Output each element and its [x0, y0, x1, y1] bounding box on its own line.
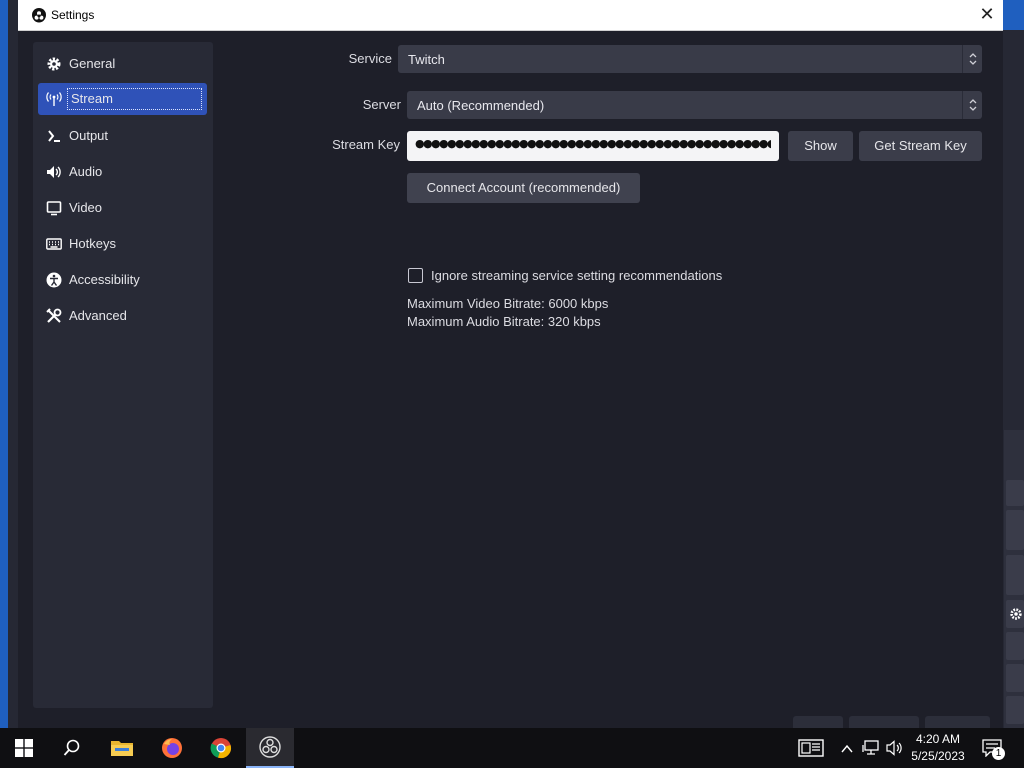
firefox-button[interactable] — [148, 728, 196, 768]
sidebar-item-advanced[interactable]: Advanced — [38, 300, 207, 332]
chevron-up-icon[interactable] — [840, 742, 854, 756]
settings-sidebar: General Stream Output Audio Video Hotkey… — [33, 42, 213, 708]
server-select[interactable]: Auto (Recommended) — [407, 91, 982, 119]
chrome-icon — [210, 738, 231, 759]
sidebar-item-audio[interactable]: Audio — [38, 156, 207, 188]
max-video-bitrate-text: Maximum Video Bitrate: 6000 kbps — [407, 296, 609, 311]
chrome-button[interactable] — [197, 728, 245, 768]
sidebar-item-label: Advanced — [69, 308, 127, 323]
obs-icon — [32, 8, 46, 23]
server-label: Server — [362, 97, 401, 112]
clock-date[interactable]: 5/25/2023 — [908, 749, 968, 763]
firefox-icon — [162, 738, 182, 758]
sidebar-item-label: Video — [69, 200, 103, 215]
max-audio-bitrate-text: Maximum Audio Bitrate: 320 kbps — [407, 314, 601, 329]
obs-dock-gear-button[interactable] — [1006, 600, 1024, 628]
obs-dock-panel — [1006, 664, 1024, 692]
ignore-recommendations-checkbox[interactable] — [408, 268, 423, 283]
sidebar-item-label: Hotkeys — [69, 236, 116, 251]
sidebar-item-label: General — [69, 56, 116, 71]
connect-account-button[interactable]: Connect Account (recommended) — [407, 173, 640, 203]
ignore-recommendations-label[interactable]: Ignore streaming service setting recomme… — [431, 268, 722, 283]
obs-dock-panel — [1006, 555, 1024, 595]
clock-time[interactable]: 4:20 AM — [908, 732, 968, 746]
obs-icon — [259, 736, 281, 758]
windows-taskbar: 4:20 AM 5/25/2023 1 — [0, 728, 1024, 768]
get-stream-key-button[interactable]: Get Stream Key — [859, 131, 982, 161]
sidebar-item-accessibility[interactable]: Accessibility — [38, 264, 207, 296]
settings-window: Settings ✕ General Stream Output Audio V… — [18, 0, 1003, 728]
stream-key-input[interactable]: ●●●●●●●●●●●●●●●●●●●●●●●●●●●●●●●●●●●●●●●●… — [407, 131, 779, 161]
sidebar-item-general[interactable]: General — [38, 48, 207, 80]
notification-center-button[interactable]: 1 — [982, 739, 1006, 760]
apply-button[interactable] — [925, 716, 990, 728]
network-icon[interactable] — [862, 740, 880, 756]
sidebar-item-label: Accessibility — [69, 272, 140, 287]
obs-dock-panel — [1006, 510, 1024, 550]
sidebar-item-output[interactable]: Output — [38, 120, 207, 152]
service-label: Service — [348, 51, 392, 66]
sidebar-item-hotkeys[interactable]: Hotkeys — [38, 228, 207, 260]
sidebar-item-label: Stream — [67, 88, 202, 110]
news-widget-icon[interactable] — [798, 739, 824, 757]
windows-start-icon — [15, 739, 33, 757]
obs-dock-panel — [1006, 632, 1024, 660]
file-explorer-icon — [111, 741, 133, 756]
show-button[interactable]: Show — [788, 131, 853, 161]
select-arrows-icon — [962, 45, 982, 73]
gear-icon — [47, 57, 61, 71]
search-icon — [63, 739, 80, 756]
ok-button[interactable] — [793, 716, 843, 728]
antenna-icon — [46, 92, 62, 106]
cancel-button[interactable] — [849, 716, 919, 728]
select-arrows-icon — [962, 91, 982, 119]
keyboard-icon — [46, 238, 62, 250]
notification-count-badge: 1 — [992, 747, 1005, 760]
service-select[interactable]: Twitch — [398, 45, 982, 73]
obs-taskbar-button[interactable] — [246, 728, 294, 768]
tools-icon — [46, 308, 62, 323]
stream-key-label: Stream Key — [332, 137, 400, 152]
obs-main-window-edge — [8, 0, 18, 728]
search-button[interactable] — [48, 728, 96, 768]
obs-dock-button[interactable] — [1006, 480, 1024, 506]
speaker-icon — [47, 166, 61, 178]
output-icon — [48, 130, 60, 142]
sidebar-item-label: Output — [69, 128, 109, 143]
sidebar-item-stream[interactable]: Stream — [38, 83, 207, 115]
obs-dock-panel — [1006, 696, 1024, 724]
title-bar: Settings ✕ — [18, 0, 1003, 31]
stream-key-value: ●●●●●●●●●●●●●●●●●●●●●●●●●●●●●●●●●●●●●●●●… — [415, 137, 771, 150]
window-title: Settings — [51, 8, 95, 22]
volume-icon[interactable] — [886, 740, 904, 756]
start-button[interactable] — [0, 728, 48, 768]
close-button[interactable]: ✕ — [971, 0, 1003, 30]
sidebar-item-video[interactable]: Video — [38, 192, 207, 224]
server-value: Auto (Recommended) — [417, 98, 545, 113]
close-icon: ✕ — [979, 4, 995, 25]
file-explorer-button[interactable] — [98, 728, 146, 768]
gear-icon — [1010, 608, 1022, 620]
monitor-icon — [46, 201, 62, 216]
sidebar-item-label: Audio — [69, 164, 103, 179]
accessibility-icon — [46, 272, 62, 288]
service-value: Twitch — [408, 52, 445, 67]
